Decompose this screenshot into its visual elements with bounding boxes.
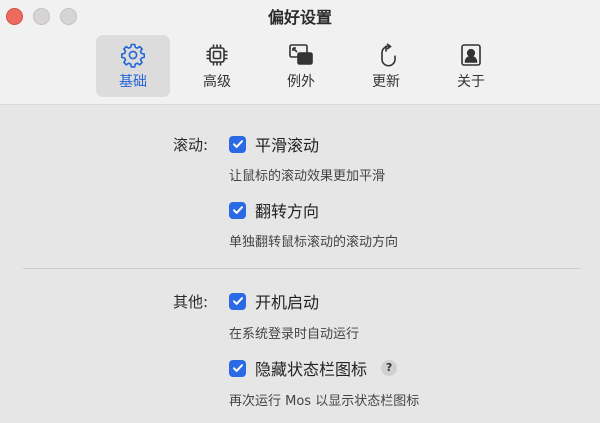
checkmark-icon (232, 140, 243, 148)
preferences-window: 偏好设置 基础 高级 例外 更新 关于 滚动: 平滑滚动 让鼠标的滚动效果更加平… (0, 0, 600, 423)
titlebar: 偏好设置 基础 高级 例外 更新 关于 (0, 0, 600, 105)
section-divider (23, 268, 581, 269)
reverse-direction-option[interactable]: 翻转方向 (229, 200, 320, 221)
hide-status-icon-checkbox[interactable] (229, 359, 246, 377)
tab-about[interactable]: 关于 (434, 35, 508, 97)
window-overlap-icon (289, 44, 313, 65)
window-title: 偏好设置 (267, 8, 332, 27)
basic-settings-panel: 滚动: 平滑滚动 让鼠标的滚动效果更加平滑 翻转方向 单独翻转鼠标滚动的滚动方向… (0, 105, 600, 423)
tab-advanced[interactable]: 高级 (180, 35, 254, 97)
tab-label: 更新 (372, 74, 400, 90)
hide-status-icon-description: 再次运行 Mos 以显示状态栏图标 (229, 394, 420, 409)
tab-basic[interactable]: 基础 (96, 35, 170, 97)
checkmark-icon (232, 206, 243, 214)
hide-status-icon-option[interactable]: 隐藏状态栏图标 ? (229, 358, 398, 379)
smooth-scroll-checkbox[interactable] (229, 135, 246, 153)
scroll-section-label: 滚动: (172, 136, 208, 154)
reverse-direction-label: 翻转方向 (255, 202, 320, 221)
launch-at-login-description: 在系统登录时自动运行 (229, 327, 360, 342)
gear-icon (121, 43, 145, 68)
smooth-scroll-option[interactable]: 平滑滚动 (229, 134, 320, 155)
hide-status-icon-label: 隐藏状态栏图标 (255, 360, 368, 379)
launch-at-login-checkbox[interactable] (229, 292, 246, 310)
tab-update[interactable]: 更新 (349, 35, 423, 97)
preferences-toolbar: 基础 高级 例外 更新 关于 (0, 35, 600, 97)
help-icon[interactable]: ? (381, 360, 398, 376)
mouse-refresh-icon (381, 43, 396, 67)
reverse-direction-description: 单独翻转鼠标滚动的滚动方向 (229, 235, 399, 250)
launch-at-login-label: 开机启动 (255, 293, 320, 312)
tab-label: 高级 (203, 74, 231, 90)
checkmark-icon (232, 297, 243, 305)
tab-label: 例外 (287, 74, 315, 90)
reverse-direction-checkbox[interactable] (229, 201, 246, 219)
tab-label: 关于 (457, 74, 485, 90)
smooth-scroll-label: 平滑滚动 (255, 136, 320, 155)
chip-icon (206, 44, 228, 66)
tab-exceptions[interactable]: 例外 (264, 35, 338, 97)
launch-at-login-option[interactable]: 开机启动 (229, 291, 320, 312)
tab-label: 基础 (119, 74, 147, 90)
checkmark-icon (232, 364, 243, 372)
smooth-scroll-description: 让鼠标的滚动效果更加平滑 (229, 169, 386, 184)
other-section-label: 其他: (172, 293, 208, 311)
user-card-icon (461, 44, 481, 66)
